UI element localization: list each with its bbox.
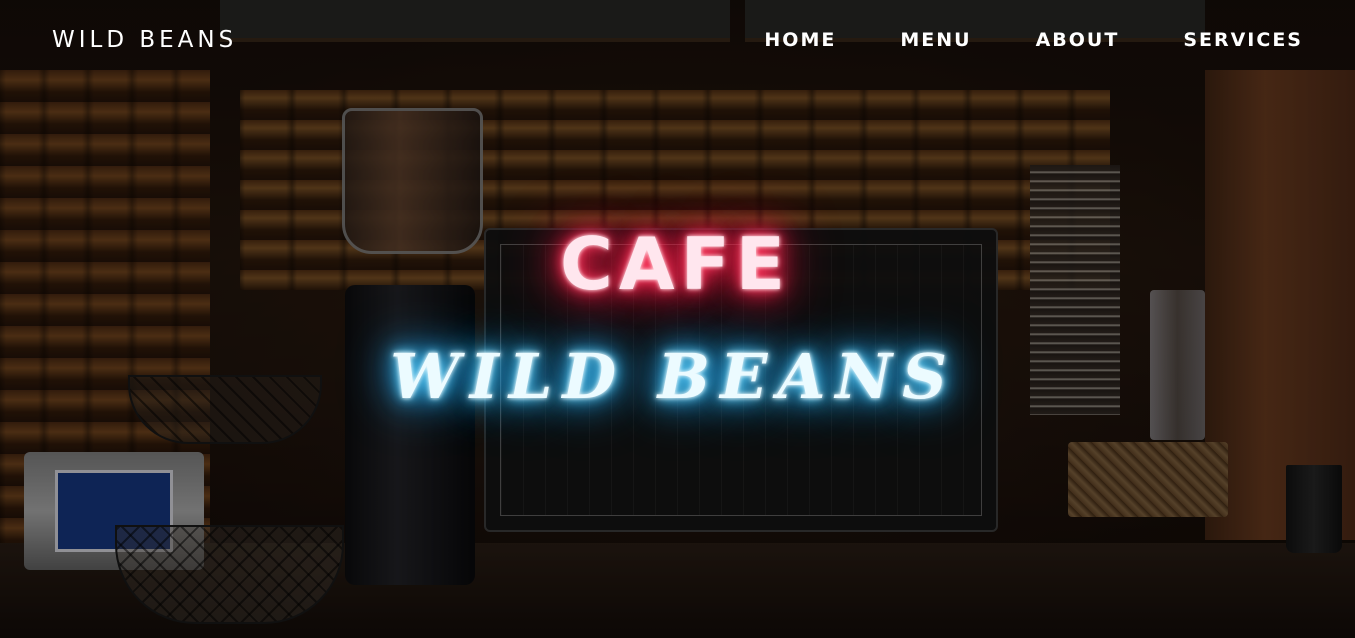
nav-link-menu[interactable]: MENU	[900, 29, 971, 51]
nav-item-about: ABOUT	[1036, 29, 1120, 51]
nav-link-home[interactable]: HOME	[764, 29, 836, 51]
nav-link-about[interactable]: ABOUT	[1036, 29, 1120, 51]
site-logo[interactable]: WILD BEANS	[52, 27, 237, 53]
nav-item-menu: MENU	[900, 29, 971, 51]
hero-headline-neon: CAFE	[560, 222, 791, 306]
nav-links: HOME MENU ABOUT SERVICES	[700, 29, 1303, 51]
hero-dark-overlay	[0, 0, 1355, 638]
nav-item-home: HOME	[764, 29, 836, 51]
nav-item-services: SERVICES	[1183, 29, 1303, 51]
navbar: WILD BEANS HOME MENU ABOUT SERVICES	[0, 0, 1355, 80]
hero-subheadline-neon: WILD BEANS	[390, 340, 957, 413]
hero-section: WILD BEANS HOME MENU ABOUT SERVICES CAFE…	[0, 0, 1355, 638]
nav-link-services[interactable]: SERVICES	[1183, 29, 1303, 51]
